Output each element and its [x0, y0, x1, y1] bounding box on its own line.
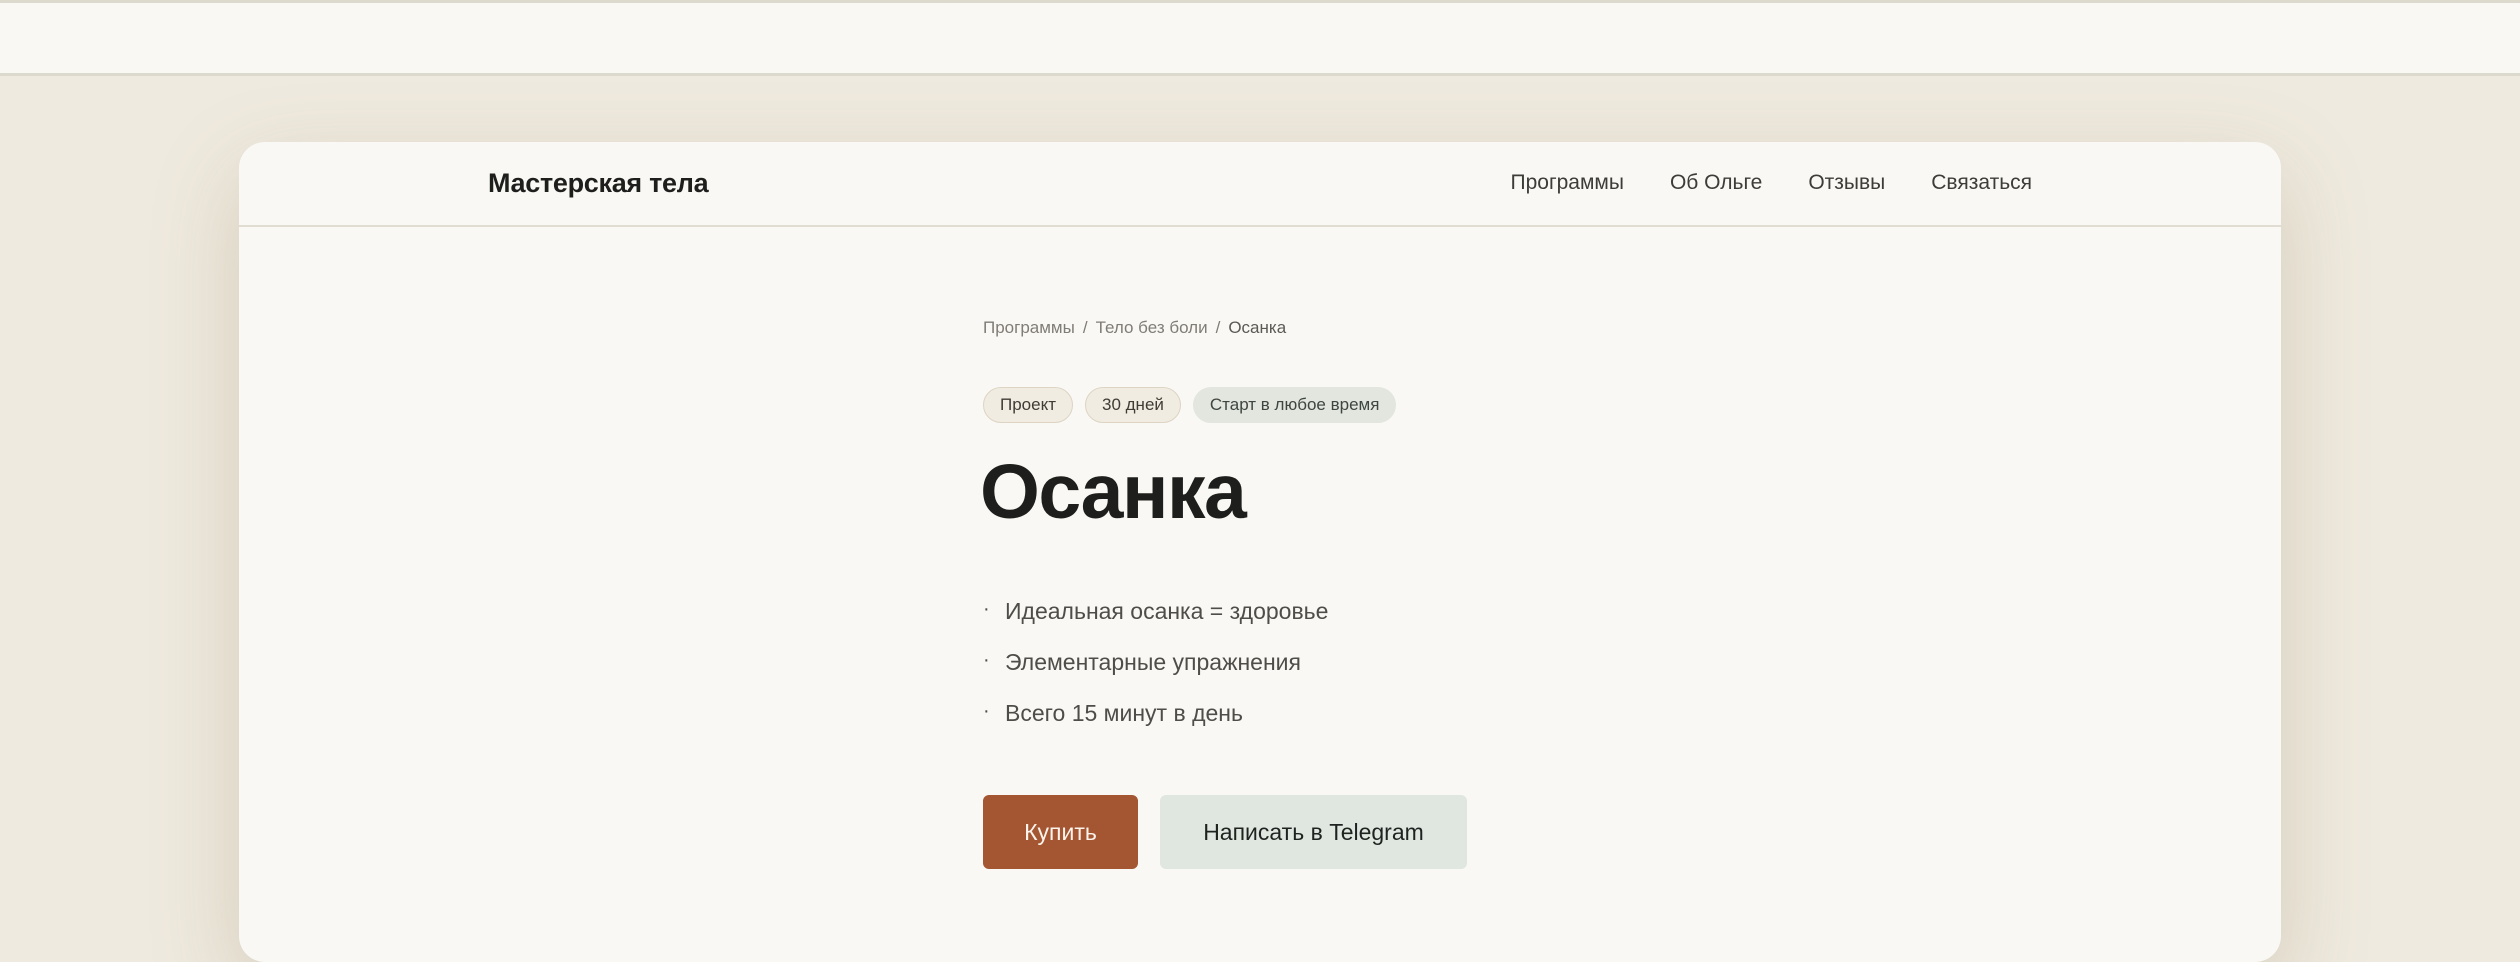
site-header: Мастерская тела Программы Об Ольге Отзыв…: [239, 142, 2281, 227]
bullet-icon: ·: [983, 598, 990, 620]
list-item: · Идеальная осанка = здоровье: [983, 598, 1328, 649]
main-nav: Программы Об Ольге Отзывы Связаться: [1511, 171, 2033, 195]
breadcrumb-body-without-pain[interactable]: Тело без боли: [1096, 318, 1208, 337]
tag-project: Проект: [983, 387, 1073, 423]
list-item: · Элементарные упражнения: [983, 649, 1328, 700]
page-card: Мастерская тела Программы Об Ольге Отзыв…: [239, 142, 2281, 962]
breadcrumb-separator: /: [1215, 318, 1221, 337]
buy-button[interactable]: Купить: [983, 795, 1138, 869]
feature-text: Идеальная осанка = здоровье: [1005, 598, 1329, 624]
tag-duration: 30 дней: [1085, 387, 1181, 423]
bullet-icon: ·: [983, 649, 990, 671]
breadcrumb-current: Осанка: [1228, 318, 1287, 337]
bullet-icon: ·: [983, 700, 990, 722]
list-item: · Всего 15 минут в день: [983, 700, 1328, 751]
feature-list: · Идеальная осанка = здоровье · Элемента…: [983, 598, 1328, 751]
tag-list: Проект 30 дней Старт в любое время: [983, 387, 1397, 423]
page-title: Осанка: [980, 449, 1247, 535]
brand-logo[interactable]: Мастерская тела: [488, 168, 709, 199]
nav-link-about-olga[interactable]: Об Ольге: [1670, 171, 1762, 195]
breadcrumb-separator: /: [1082, 318, 1088, 337]
nav-link-contact[interactable]: Связаться: [1931, 171, 2032, 195]
telegram-button[interactable]: Написать в Telegram: [1160, 795, 1467, 869]
nav-link-programs[interactable]: Программы: [1511, 171, 1624, 195]
browser-top-bar: [0, 0, 2520, 76]
breadcrumb-programs[interactable]: Программы: [983, 318, 1075, 337]
tag-start-anytime: Старт в любое время: [1192, 387, 1397, 423]
action-buttons: Купить Написать в Telegram: [983, 795, 1467, 869]
nav-link-reviews[interactable]: Отзывы: [1808, 171, 1885, 195]
breadcrumb: Программы / Тело без боли / Осанка: [983, 318, 1286, 338]
feature-text: Элементарные упражнения: [1005, 649, 1301, 675]
feature-text: Всего 15 минут в день: [1005, 700, 1243, 726]
